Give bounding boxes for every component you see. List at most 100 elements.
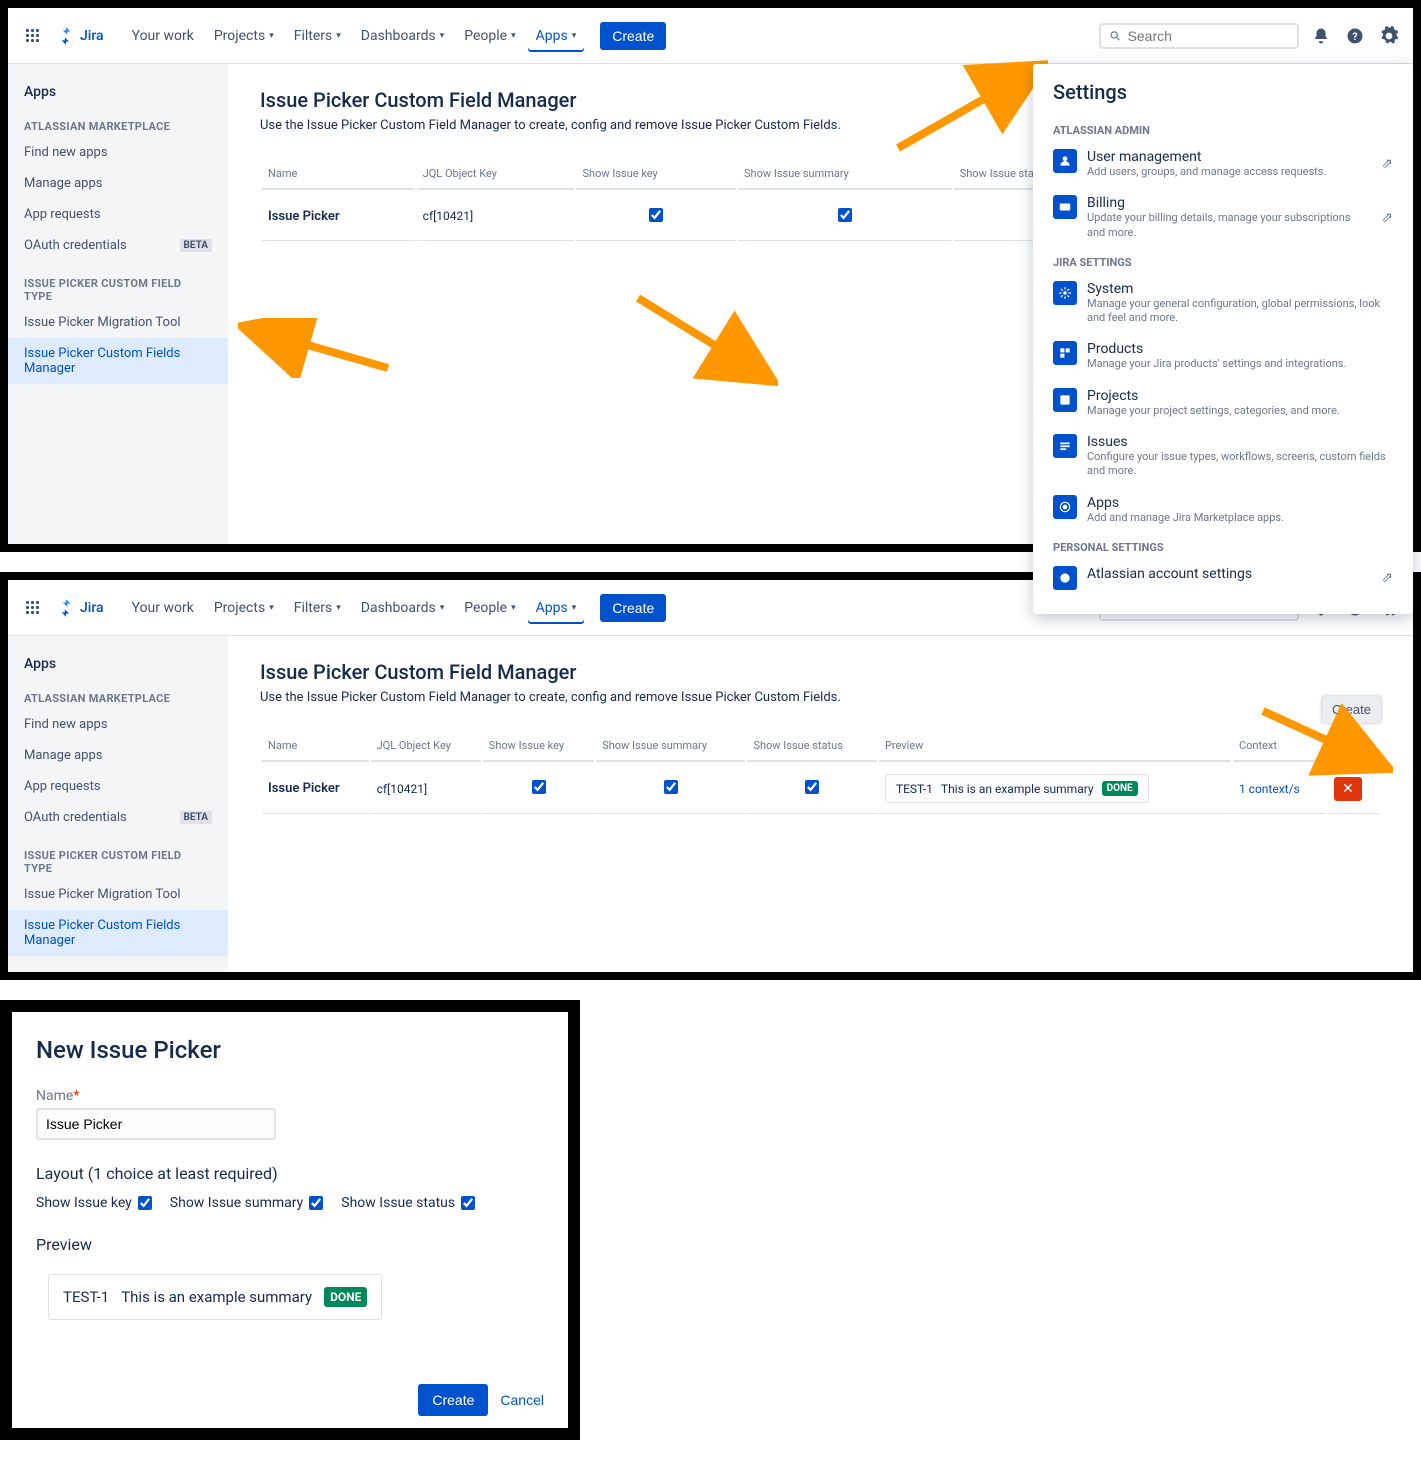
settings-apps[interactable]: AppsAdd and manage Jira Marketplace apps…	[1033, 487, 1413, 533]
dialog-cancel-button[interactable]: Cancel	[500, 1392, 544, 1408]
nav-people[interactable]: People▾	[456, 22, 523, 50]
create-button[interactable]: Create	[600, 594, 666, 622]
sidebar-find-new-apps[interactable]: Find new apps	[8, 137, 228, 168]
nav-projects[interactable]: Projects▾	[206, 22, 282, 50]
product-name: Jira	[80, 28, 104, 44]
nav-apps[interactable]: Apps▾	[528, 22, 585, 50]
chevron-down-icon: ▾	[572, 31, 577, 41]
billing-icon	[1053, 195, 1077, 219]
cell-key: cf[10421]	[417, 192, 575, 241]
settings-products[interactable]: ProductsManage your Jira products' setti…	[1033, 333, 1413, 379]
issues-icon	[1053, 434, 1077, 458]
jira-window-2: Jira Your work Projects▾ Filters▾ Dashbo…	[8, 580, 1413, 972]
create-field-button[interactable]: Create	[1322, 696, 1381, 723]
chk-show-key[interactable]	[649, 208, 663, 222]
settings-title: Settings	[1033, 80, 1413, 116]
settings-projects[interactable]: ProjectsManage your project settings, ca…	[1033, 380, 1413, 426]
nav-apps[interactable]: Apps▾	[528, 594, 585, 622]
help-icon[interactable]: ?	[1343, 24, 1367, 48]
settings-gear-icon[interactable]	[1377, 24, 1401, 48]
sidebar-custom-fields-manager[interactable]: Issue Picker Custom Fields Manager	[8, 910, 228, 956]
sidebar-custom-fields-manager[interactable]: Issue Picker Custom Fields Manager	[8, 338, 228, 384]
name-label: Name*	[36, 1088, 544, 1104]
sidebar-migration-tool[interactable]: Issue Picker Migration Tool	[8, 307, 228, 338]
projects-icon	[1053, 388, 1077, 412]
dialog-preview: TEST-1 This is an example summary DONE	[48, 1274, 382, 1320]
account-icon	[1053, 566, 1077, 590]
chevron-down-icon: ▾	[269, 31, 274, 41]
opt-show-key[interactable]: Show Issue key	[36, 1195, 152, 1211]
jira-logo[interactable]: Jira	[56, 26, 104, 46]
jira-logo[interactable]: Jira	[56, 598, 104, 618]
nav-your-work[interactable]: Your work	[124, 22, 202, 50]
settings-atlassian-account[interactable]: Atlassian account settings ⇗	[1033, 558, 1413, 598]
chk-show-status[interactable]	[805, 780, 819, 794]
settings-system[interactable]: SystemManage your general configuration,…	[1033, 273, 1413, 334]
gear-icon	[1053, 281, 1077, 305]
chk-show-summary[interactable]	[838, 208, 852, 222]
context-link[interactable]: 1 context/s	[1239, 782, 1300, 796]
chevron-down-icon: ▾	[440, 31, 445, 41]
sidebar: Apps ATLASSIAN MARKETPLACE Find new apps…	[8, 636, 228, 972]
svg-text:?: ?	[1352, 29, 1357, 42]
notifications-icon[interactable]	[1309, 24, 1333, 48]
sidebar-group-ipcft: ISSUE PICKER CUSTOM FIELD TYPE	[8, 261, 228, 307]
apps-icon	[1053, 495, 1077, 519]
chevron-down-icon: ▾	[336, 31, 341, 41]
preview-box: TEST-1 This is an example summary DONE	[885, 774, 1149, 803]
col-key: Show Issue key	[576, 159, 736, 190]
chk-show-summary[interactable]	[664, 780, 678, 794]
new-issue-picker-dialog: New Issue Picker Name* Layout (1 choice …	[12, 1012, 568, 1428]
chevron-down-icon: ▾	[511, 31, 516, 41]
settings-issues[interactable]: IssuesConfigure your issue types, workfl…	[1033, 426, 1413, 487]
name-input[interactable]	[36, 1108, 276, 1140]
dialog-create-button[interactable]: Create	[418, 1384, 488, 1416]
sidebar-manage-apps[interactable]: Manage apps	[8, 168, 228, 199]
nav-dashboards[interactable]: Dashboards▾	[353, 22, 452, 50]
chk-show-key[interactable]	[532, 780, 546, 794]
sidebar: Apps ATLASSIAN MARKETPLACE Find new apps…	[8, 64, 228, 544]
sidebar-migration-tool[interactable]: Issue Picker Migration Tool	[8, 879, 228, 910]
sidebar-oauth[interactable]: OAuth credentialsBETA	[8, 802, 228, 833]
search-icon	[1109, 29, 1122, 43]
app-switcher-icon[interactable]	[20, 596, 44, 620]
sidebar-app-requests[interactable]: App requests	[8, 199, 228, 230]
dialog-title: New Issue Picker	[36, 1036, 544, 1064]
settings-user-management[interactable]: User managementAdd users, groups, and ma…	[1033, 141, 1413, 187]
sidebar-oauth[interactable]: OAuth credentialsBETA	[8, 230, 228, 261]
search-field[interactable]	[1128, 28, 1289, 44]
table-row: Issue Picker cf[10421] TEST-1 This is an…	[262, 764, 1379, 814]
sidebar-manage-apps[interactable]: Manage apps	[8, 740, 228, 771]
app-switcher-icon[interactable]	[20, 24, 44, 48]
nav-projects[interactable]: Projects▾	[206, 594, 282, 622]
col-jql: JQL Object Key	[417, 159, 575, 190]
opt-show-status[interactable]: Show Issue status	[341, 1195, 475, 1211]
delete-button[interactable]: ✕	[1334, 777, 1362, 801]
preview-label: Preview	[36, 1235, 544, 1254]
nav-dashboards[interactable]: Dashboards▾	[353, 594, 452, 622]
page-subtitle: Use the Issue Picker Custom Field Manage…	[260, 690, 1381, 705]
nav-items: Your work Projects▾ Filters▾ Dashboards▾…	[124, 22, 585, 50]
external-link-icon: ⇗	[1381, 210, 1393, 226]
col-name: Name	[262, 159, 415, 190]
settings-billing[interactable]: BillingUpdate your billing details, mana…	[1033, 187, 1413, 248]
sidebar-title: Apps	[8, 80, 228, 104]
search-input[interactable]	[1099, 23, 1299, 49]
sidebar-app-requests[interactable]: App requests	[8, 771, 228, 802]
nav-people[interactable]: People▾	[456, 594, 523, 622]
opt-show-summary[interactable]: Show Issue summary	[170, 1195, 323, 1211]
settings-group-admin: ATLASSIAN ADMIN	[1033, 116, 1413, 141]
nav-filters[interactable]: Filters▾	[286, 22, 349, 50]
nav-your-work[interactable]: Your work	[124, 594, 202, 622]
layout-label: Layout (1 choice at least required)	[36, 1164, 544, 1183]
external-link-icon: ⇗	[1381, 570, 1393, 586]
nav-filters[interactable]: Filters▾	[286, 594, 349, 622]
jira-logo-icon	[56, 26, 76, 46]
settings-group-jira: JIRA SETTINGS	[1033, 248, 1413, 273]
main-content: Issue Picker Custom Field Manager Use th…	[228, 636, 1413, 972]
cell-name: Issue Picker	[262, 192, 415, 241]
jira-window-1: Jira Your work Projects▾ Filters▾ Dashbo…	[8, 8, 1413, 544]
create-button[interactable]: Create	[600, 22, 666, 50]
sidebar-find-new-apps[interactable]: Find new apps	[8, 709, 228, 740]
users-icon	[1053, 149, 1077, 173]
